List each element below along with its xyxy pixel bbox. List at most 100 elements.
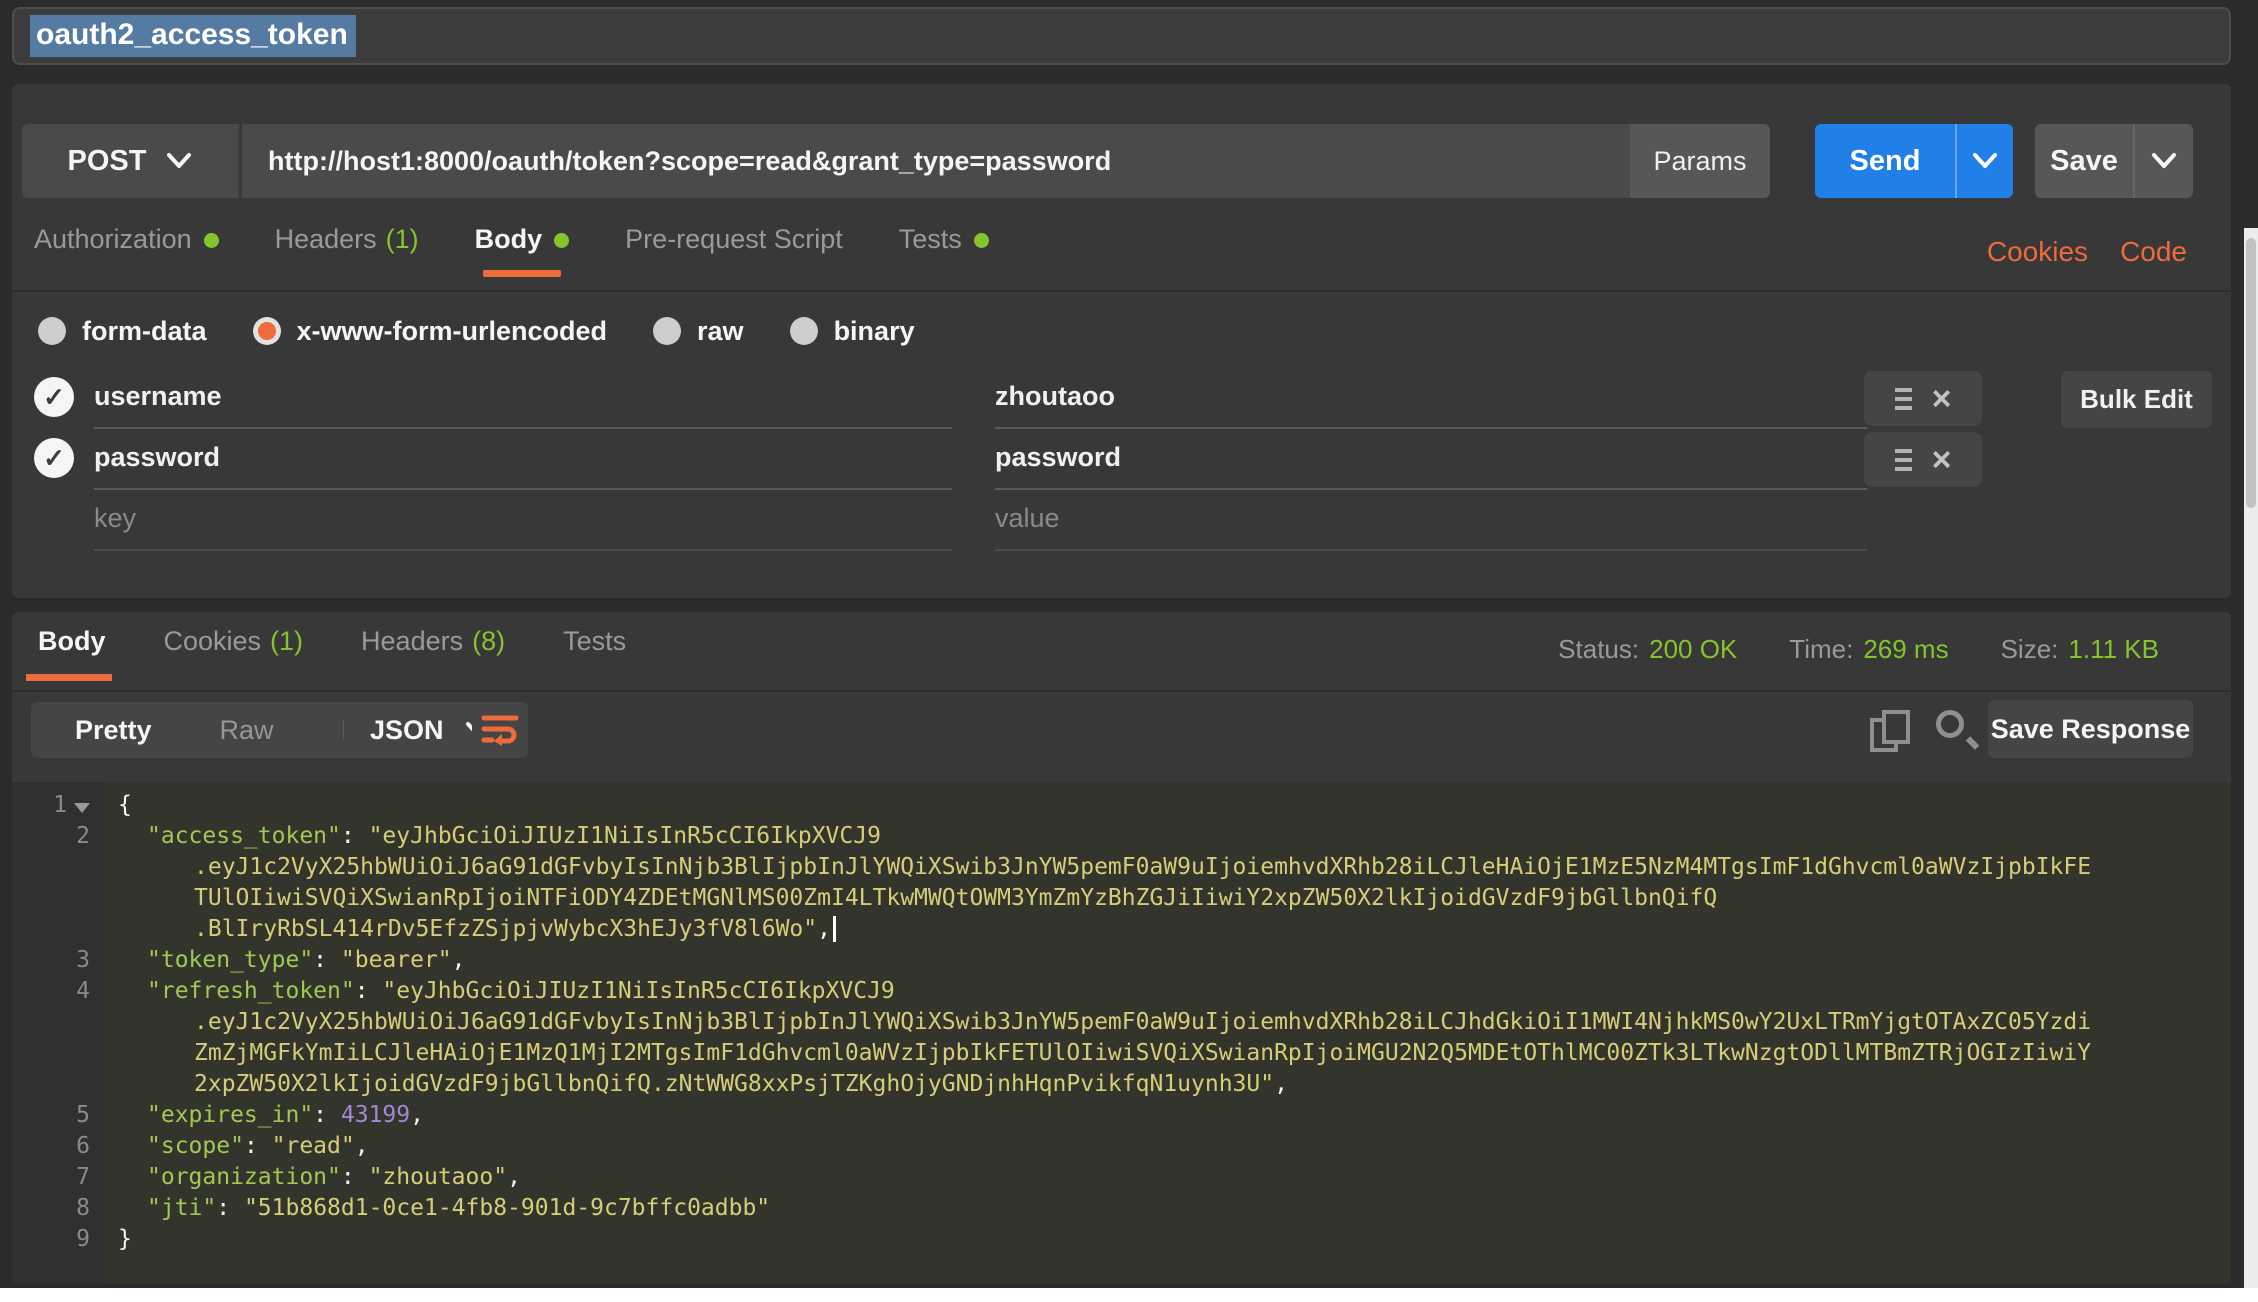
kv-key-input[interactable]: key xyxy=(94,503,136,534)
meta-label: Time: xyxy=(1789,634,1853,664)
response-tab-body[interactable]: Body xyxy=(38,626,106,681)
send-options-button[interactable] xyxy=(1955,124,2013,198)
code-text: 2xpZW50X2lkIjoidGVzdF9jbGllbnQifQ.zNtWWG… xyxy=(104,1069,1288,1100)
line-number-text: 4 xyxy=(76,976,90,1007)
response-tabs: Body Cookies(1) Headers (8) Tests xyxy=(38,626,626,681)
kv-key-input[interactable]: username xyxy=(94,381,222,412)
code-token: "read" xyxy=(272,1133,355,1159)
format-label: JSON xyxy=(370,715,444,746)
save-response-button[interactable]: Save Response xyxy=(1988,700,2193,758)
vertical-scrollbar[interactable] xyxy=(2244,228,2258,1288)
code-line: TUlOIiwiSVQiXSwianRpIjoiNTFiODY4ZDEtMGNl… xyxy=(12,883,2231,914)
wrap-text-button[interactable] xyxy=(472,702,528,758)
scrollbar-thumb[interactable] xyxy=(2246,238,2256,508)
body-mode-raw[interactable]: raw xyxy=(653,316,744,347)
kv-key-input[interactable]: password xyxy=(94,442,220,473)
meta-value: 200 OK xyxy=(1649,634,1737,664)
delete-row-icon[interactable]: × xyxy=(1932,445,1952,475)
tab-headers[interactable]: Headers(1) xyxy=(275,224,419,277)
kv-row-placeholder: key value xyxy=(12,490,2231,551)
code-token: "token_type" xyxy=(147,947,313,973)
tab-body[interactable]: Body xyxy=(475,224,570,277)
code-line: 2xpZW50X2lkIjoidGVzdF9jbGllbnQifQ.zNtWWG… xyxy=(12,1069,2231,1100)
tab-authorization[interactable]: Authorization xyxy=(34,224,219,277)
code-text: ZmZjMGFkYmIiLCJleHAiOjE1MzQ1MjI2MTgsImF1… xyxy=(104,1038,2091,1069)
body-mode-form-data[interactable]: form-data xyxy=(38,316,207,347)
line-number-text: 6 xyxy=(76,1131,90,1162)
kv-value-input[interactable]: password xyxy=(995,442,1121,473)
save-options-button[interactable] xyxy=(2133,124,2193,198)
bulk-edit-button[interactable]: Bulk Edit xyxy=(2061,371,2212,428)
body-mode-x-www-form-urlencoded[interactable]: x-www-form-urlencoded xyxy=(253,316,608,347)
kv-value-input[interactable]: value xyxy=(995,503,1060,534)
url-text: http://host1:8000/oauth/token?scope=read… xyxy=(268,146,1111,177)
row-checkbox[interactable]: ✓ xyxy=(34,377,74,417)
send-label[interactable]: Send xyxy=(1815,124,1955,198)
body-mode-label: form-data xyxy=(82,316,207,347)
body-mode-binary[interactable]: binary xyxy=(790,316,915,347)
radio-button[interactable] xyxy=(253,317,281,345)
code-token: .BlIryRbSL414rDv5EfzZSjpjvWybcX3hEJy3fV8… xyxy=(194,916,817,942)
response-tab-headers[interactable]: Headers (8) xyxy=(361,626,505,681)
send-button[interactable]: Send xyxy=(1815,124,2013,198)
save-button[interactable]: Save xyxy=(2035,124,2193,198)
code-token: : xyxy=(355,978,383,1004)
drag-handle-icon[interactable] xyxy=(1895,388,1912,410)
save-label[interactable]: Save xyxy=(2035,124,2133,198)
kv-row: ✓ username zhoutaoo × xyxy=(12,368,2231,429)
delete-row-icon[interactable]: × xyxy=(1932,384,1952,414)
response-tab-cookies[interactable]: Cookies(1) xyxy=(164,626,304,681)
line-number: 9 xyxy=(12,1224,104,1255)
tab-tests[interactable]: Tests xyxy=(899,224,989,277)
code-token: : xyxy=(244,1133,272,1159)
code-line: 1{ xyxy=(12,790,2231,821)
url-input[interactable]: http://host1:8000/oauth/token?scope=read… xyxy=(242,124,1630,198)
green-dot-icon xyxy=(974,233,989,248)
app-background: oauth2_access_token POST http://host1:80… xyxy=(0,0,2258,1288)
code-line: 6"scope": "read", xyxy=(12,1131,2231,1162)
meta-status: Status:200 OK xyxy=(1558,634,1737,665)
green-dot-icon xyxy=(204,233,219,248)
row-controls: × xyxy=(1864,371,1982,426)
kv-value-input[interactable]: zhoutaoo xyxy=(995,381,1115,412)
divider xyxy=(12,290,2231,292)
cookies-link[interactable]: Cookies xyxy=(1987,236,2088,268)
code-token: , xyxy=(410,1102,424,1128)
field-underline xyxy=(995,549,1867,551)
copy-icon xyxy=(1882,710,1910,744)
tab-label: Headers xyxy=(361,626,463,656)
code-text: "token_type": "bearer", xyxy=(104,945,466,976)
line-number-text: 9 xyxy=(76,1224,90,1255)
search-icon xyxy=(1966,736,1979,749)
tab-pre-request-script[interactable]: Pre-request Script xyxy=(625,224,843,277)
view-mode-raw[interactable]: Raw xyxy=(186,715,308,746)
code-token: 2xpZW50X2lkIjoidGVzdF9jbGllbnQifQ.zNtWWG… xyxy=(194,1071,1274,1097)
fold-caret-icon[interactable] xyxy=(74,803,90,813)
radio-button[interactable] xyxy=(38,317,66,345)
line-number xyxy=(12,1069,104,1100)
view-mode-pretty[interactable]: Pretty xyxy=(41,715,186,746)
params-button[interactable]: Params xyxy=(1630,124,1770,198)
meta-label: Size: xyxy=(2001,634,2059,664)
code-token: "expires_in" xyxy=(147,1102,313,1128)
code-link[interactable]: Code xyxy=(2120,236,2187,268)
code-token: : xyxy=(341,823,369,849)
row-checkbox[interactable]: ✓ xyxy=(34,438,74,478)
response-body-viewer[interactable]: 1{2"access_token": "eyJhbGciOiJIUzI1NiIs… xyxy=(12,782,2231,1284)
response-tab-tests[interactable]: Tests xyxy=(563,626,626,681)
line-number xyxy=(12,1007,104,1038)
radio-button[interactable] xyxy=(790,317,818,345)
code-text: "expires_in": 43199, xyxy=(104,1100,424,1131)
line-number: 5 xyxy=(12,1100,104,1131)
request-tabs: Authorization Headers(1) Body Pre-request S… xyxy=(34,224,989,277)
line-number-text: 3 xyxy=(76,945,90,976)
code-line: 7"organization": "zhoutaoo", xyxy=(12,1162,2231,1193)
drag-handle-icon[interactable] xyxy=(1895,449,1912,471)
radio-button[interactable] xyxy=(653,317,681,345)
method-select[interactable]: POST xyxy=(22,124,240,198)
search-response-button[interactable] xyxy=(1934,708,1980,754)
copy-response-button[interactable] xyxy=(1870,710,1914,754)
code-token: , xyxy=(355,1133,369,1159)
tab-count-badge: (8) xyxy=(472,626,505,656)
request-name[interactable]: oauth2_access_token xyxy=(30,15,356,57)
